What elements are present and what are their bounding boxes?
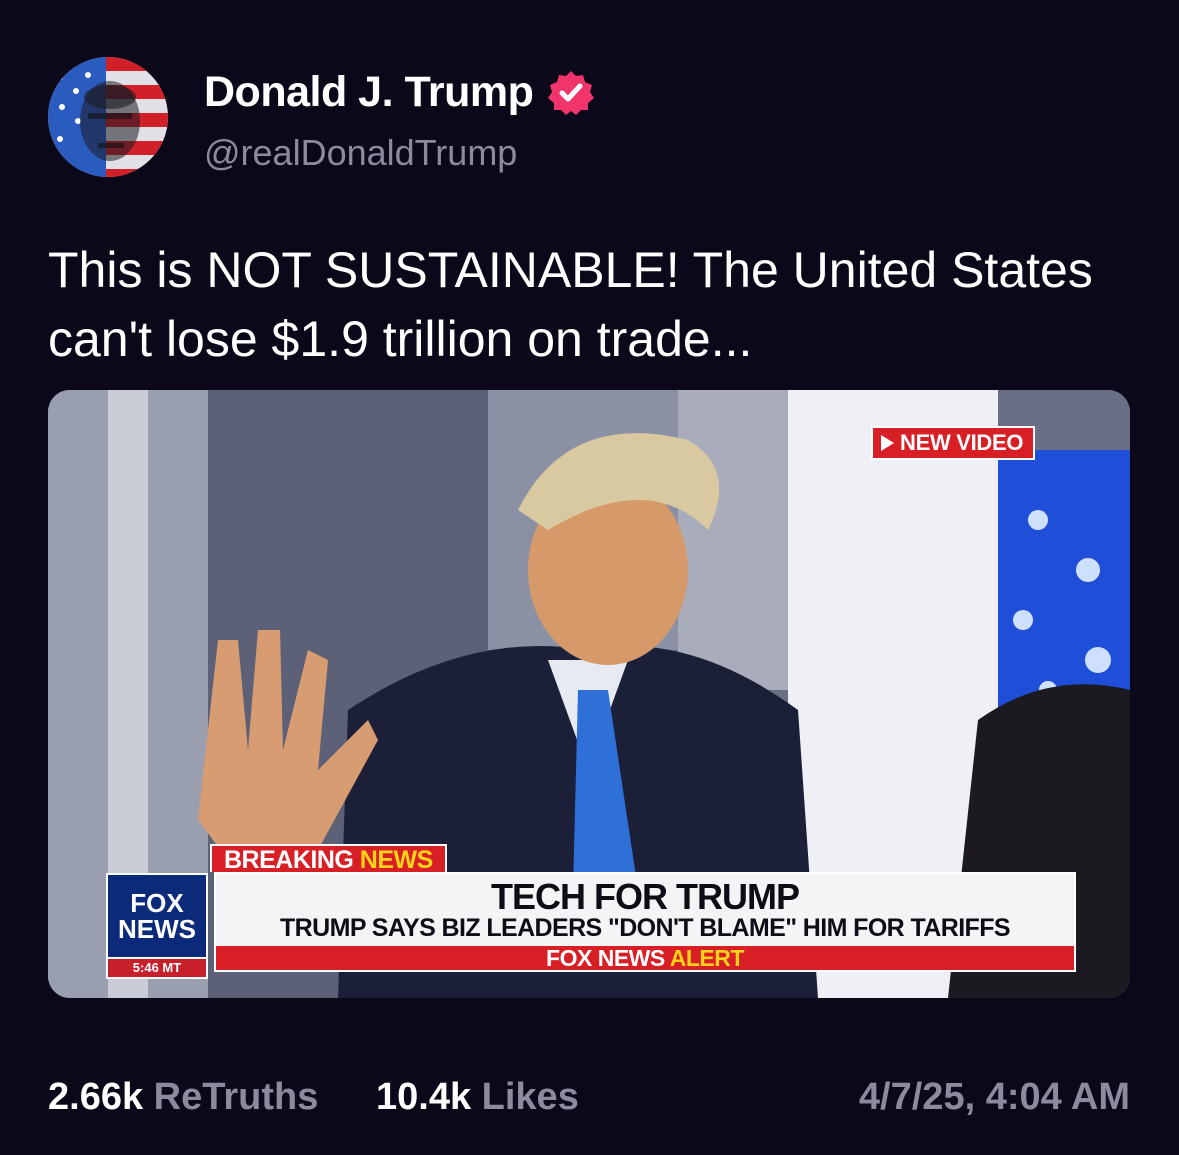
- banner-headline: TECH FOR TRUMP: [491, 876, 800, 917]
- new-video-label: NEW VIDEO: [900, 430, 1024, 455]
- author-handle[interactable]: @realDonaldTrump: [204, 132, 517, 174]
- broadcast-time: 5:46 MT: [106, 957, 208, 979]
- retruths-count: 2.66k: [48, 1076, 144, 1118]
- post-stats: 2.66k ReTruths 10.4k Likes 4/7/25, 4:04 …: [48, 1072, 1130, 1122]
- logo-line1: FOX: [130, 888, 184, 918]
- likes-stat[interactable]: 10.4k Likes: [376, 1072, 579, 1122]
- alert-word: ALERT: [669, 945, 745, 971]
- logo-line2: NEWS: [118, 914, 196, 944]
- author-name[interactable]: Donald J. Trump: [204, 68, 534, 117]
- post-timestamp[interactable]: 4/7/25, 4:04 AM: [859, 1072, 1130, 1122]
- author-name-row: Donald J. Trump: [204, 68, 595, 117]
- likes-count: 10.4k: [376, 1076, 472, 1118]
- retruths-label: ReTruths: [153, 1076, 319, 1118]
- retruths-stat[interactable]: 2.66k ReTruths: [48, 1072, 318, 1122]
- new-video-badge: NEW VIDEO: [871, 426, 1036, 460]
- breaking-news-tag: BREAKING NEWS: [210, 844, 447, 874]
- news-word: NEWS: [359, 846, 434, 874]
- fox-news-logo: FOX NEWS 5:46 MT: [106, 873, 208, 979]
- video-thumbnail[interactable]: NEW VIDEO BREAKING NEWS TECH FOR TRUMP T…: [48, 390, 1130, 998]
- breaking-word: BREAKING: [224, 846, 354, 874]
- banner-alert: FOX NEWS ALERT: [216, 946, 1074, 970]
- flag-portrait-avatar: [48, 57, 168, 177]
- alert-network: FOX NEWS: [546, 945, 665, 971]
- banner-subheadline: TRUMP SAYS BIZ LEADERS "DON'T BLAME" HIM…: [280, 914, 1011, 942]
- author-avatar[interactable]: [48, 57, 168, 177]
- post-text: This is NOT SUSTAINABLE! The United Stat…: [48, 242, 1093, 367]
- likes-label: Likes: [481, 1076, 579, 1118]
- play-icon: [881, 435, 894, 451]
- verified-badge-icon: [547, 69, 595, 117]
- lower-third-banner: TECH FOR TRUMP TRUMP SAYS BIZ LEADERS "D…: [214, 872, 1076, 972]
